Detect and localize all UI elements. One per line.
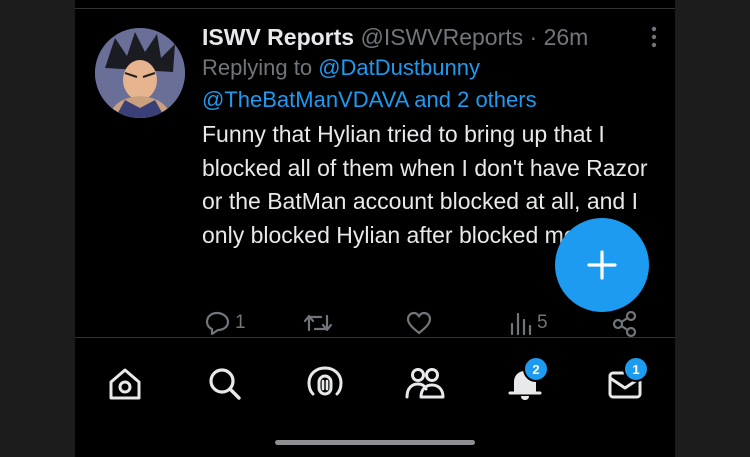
plus-icon: [587, 250, 617, 280]
bar-chart-icon: [510, 312, 532, 336]
tweet-header: ISWV Reports @ISWVReports · 26m: [202, 22, 662, 52]
microphone-icon: [307, 366, 343, 396]
nav-spaces[interactable]: [303, 362, 347, 406]
handle[interactable]: @ISWVReports: [360, 24, 523, 50]
compose-button[interactable]: [555, 218, 649, 312]
messages-badge: 1: [623, 356, 649, 382]
people-icon: [405, 368, 445, 399]
tweet[interactable]: ISWV Reports @ISWVReports · 26m Replying…: [202, 22, 662, 252]
tweet-actions: 1 5: [203, 310, 643, 340]
nav-messages[interactable]: 1: [603, 356, 649, 406]
reply-count: 1: [235, 312, 246, 333]
view-count: 5: [537, 312, 548, 333]
nav-search[interactable]: [203, 362, 247, 406]
like-button[interactable]: [405, 310, 437, 336]
comment-icon: [205, 311, 230, 336]
nav-communities[interactable]: [403, 362, 447, 406]
more-options-icon[interactable]: [646, 26, 662, 48]
nav-home[interactable]: [103, 362, 147, 406]
avatar[interactable]: [95, 28, 185, 118]
retweet-icon: [303, 314, 333, 332]
replying-to-others: @TheBatManVDAVA and 2 others: [202, 84, 662, 116]
bottom-nav: 2 1: [75, 337, 675, 457]
separator: ·: [529, 24, 538, 50]
display-name[interactable]: ISWV Reports: [202, 24, 354, 50]
notifications-badge: 2: [523, 356, 549, 382]
replying-prefix: Replying to: [202, 55, 313, 80]
retweet-button[interactable]: [303, 310, 337, 336]
divider: [75, 8, 675, 9]
share-icon: [612, 310, 637, 338]
home-icon: [109, 368, 141, 400]
reply-mention-others[interactable]: @TheBatManVDAVA and 2 others: [202, 87, 537, 112]
heart-icon: [406, 311, 432, 335]
search-icon: [209, 368, 241, 400]
reply-mention[interactable]: @DatDustbunny: [318, 55, 480, 80]
replying-to: Replying to @DatDustbunny: [202, 52, 662, 84]
home-indicator[interactable]: [275, 440, 475, 445]
reply-button[interactable]: 1: [203, 310, 246, 336]
share-button[interactable]: [611, 310, 639, 338]
timestamp[interactable]: 26m: [544, 24, 589, 50]
avatar-image: [95, 28, 185, 118]
nav-notifications[interactable]: 2: [503, 356, 549, 406]
phone-screen: ISWV Reports @ISWVReports · 26m Replying…: [75, 0, 675, 457]
views-button[interactable]: 5: [509, 310, 548, 336]
